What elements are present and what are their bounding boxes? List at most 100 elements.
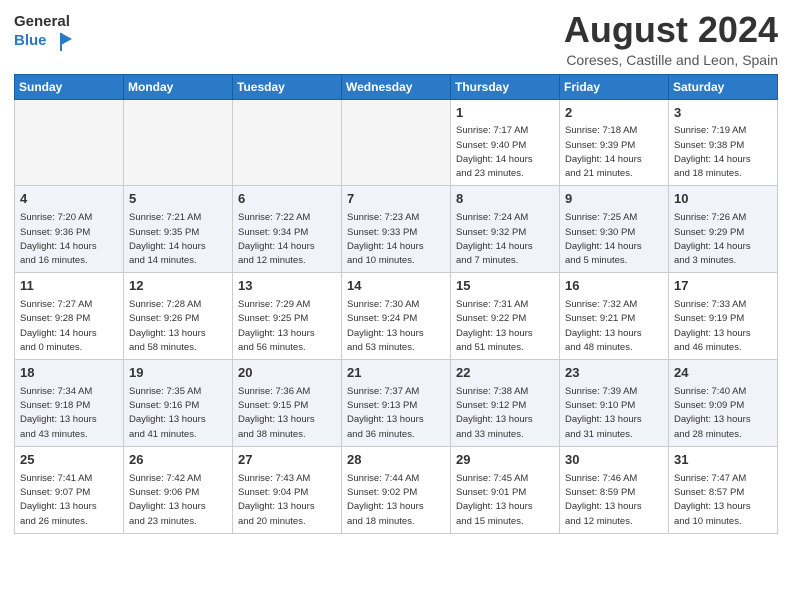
- day-info: Sunrise: 7:23 AM Sunset: 9:33 PM Dayligh…: [347, 211, 445, 268]
- day-cell: 2Sunrise: 7:18 AM Sunset: 9:39 PM Daylig…: [560, 99, 669, 186]
- day-cell: 16 Sunrise: 7:32 AM Sunset: 9:21 PM Dayli…: [560, 273, 669, 360]
- day-info: Sunrise: 7:43 AM Sunset: 9:04 PM Dayligh…: [238, 472, 336, 529]
- day-cell: 26Sunrise: 7:42 AM Sunset: 9:06 PM Dayli…: [124, 446, 233, 533]
- day-cell: 24Sunrise: 7:40 AM Sunset: 9:09 PM Dayli…: [669, 360, 778, 447]
- day-info: Sunrise: 7:33 AM Sunset: 9:19 PM Dayligh…: [674, 298, 772, 355]
- day-info: Sunrise: 7:25 AM Sunset: 9:30 PM Dayligh…: [565, 211, 663, 268]
- day-number: 5: [129, 190, 227, 209]
- day-cell: 18Sunrise: 7:34 AM Sunset: 9:18 PM Dayli…: [15, 360, 124, 447]
- title-block: August 2024 Coreses, Castille and Leon, …: [564, 10, 778, 68]
- day-info: Sunrise: 7:26 AM Sunset: 9:29 PM Dayligh…: [674, 211, 772, 268]
- logo-blue: Blue: [14, 33, 47, 50]
- main-title: August 2024: [564, 10, 778, 50]
- day-number: 17: [674, 277, 772, 296]
- logo-general: General: [14, 14, 70, 31]
- day-cell: [15, 99, 124, 186]
- day-number: 31: [674, 451, 772, 470]
- col-friday: Friday: [560, 74, 669, 99]
- day-info: Sunrise: 7:22 AM Sunset: 9:34 PM Dayligh…: [238, 211, 336, 268]
- day-number: 4: [20, 190, 118, 209]
- day-cell: 11 Sunrise: 7:27 AM Sunset: 9:28 PM Dayli…: [15, 273, 124, 360]
- day-info: Sunrise: 7:37 AM Sunset: 9:13 PM Dayligh…: [347, 385, 445, 442]
- day-info: Sunrise: 7:36 AM Sunset: 9:15 PM Dayligh…: [238, 385, 336, 442]
- day-info: Sunrise: 7:32 AM Sunset: 9:21 PM Dayligh…: [565, 298, 663, 355]
- day-info: Sunrise: 7:20 AM Sunset: 9:36 PM Dayligh…: [20, 211, 118, 268]
- day-cell: 23Sunrise: 7:39 AM Sunset: 9:10 PM Dayli…: [560, 360, 669, 447]
- day-cell: 15Sunrise: 7:31 AM Sunset: 9:22 PM Dayli…: [451, 273, 560, 360]
- day-info: Sunrise: 7:19 AM Sunset: 9:38 PM Dayligh…: [674, 124, 772, 181]
- day-number: 20: [238, 364, 336, 383]
- day-cell: 1Sunrise: 7:17 AM Sunset: 9:40 PM Daylig…: [451, 99, 560, 186]
- day-info: Sunrise: 7:34 AM Sunset: 9:18 PM Dayligh…: [20, 385, 118, 442]
- day-number: 19: [129, 364, 227, 383]
- day-cell: [342, 99, 451, 186]
- day-number: 29: [456, 451, 554, 470]
- day-info: Sunrise: 7:24 AM Sunset: 9:32 PM Dayligh…: [456, 211, 554, 268]
- day-number: 25: [20, 451, 118, 470]
- day-info: Sunrise: 7:38 AM Sunset: 9:12 PM Dayligh…: [456, 385, 554, 442]
- day-number: 15: [456, 277, 554, 296]
- day-number: 3: [674, 104, 772, 123]
- col-sunday: Sunday: [15, 74, 124, 99]
- day-info: Sunrise: 7:41 AM Sunset: 9:07 PM Dayligh…: [20, 472, 118, 529]
- day-number: 26: [129, 451, 227, 470]
- day-info: Sunrise: 7:46 AM Sunset: 8:59 PM Dayligh…: [565, 472, 663, 529]
- day-number: 14: [347, 277, 445, 296]
- week-row-1: 1Sunrise: 7:17 AM Sunset: 9:40 PM Daylig…: [15, 99, 778, 186]
- day-info: Sunrise: 7:27 AM Sunset: 9:28 PM Dayligh…: [20, 298, 118, 355]
- calendar-table: Sunday Monday Tuesday Wednesday Thursday…: [14, 74, 778, 534]
- logo: General Blue: [14, 14, 72, 53]
- day-info: Sunrise: 7:47 AM Sunset: 8:57 PM Dayligh…: [674, 472, 772, 529]
- day-info: Sunrise: 7:45 AM Sunset: 9:01 PM Dayligh…: [456, 472, 554, 529]
- header-row: Sunday Monday Tuesday Wednesday Thursday…: [15, 74, 778, 99]
- day-cell: 22 Sunrise: 7:38 AM Sunset: 9:12 PM Dayli…: [451, 360, 560, 447]
- day-info: Sunrise: 7:39 AM Sunset: 9:10 PM Dayligh…: [565, 385, 663, 442]
- day-cell: 27 Sunrise: 7:43 AM Sunset: 9:04 PM Dayli…: [233, 446, 342, 533]
- day-cell: 21 Sunrise: 7:37 AM Sunset: 9:13 PM Dayli…: [342, 360, 451, 447]
- day-number: 11: [20, 277, 118, 296]
- week-row-3: 11 Sunrise: 7:27 AM Sunset: 9:28 PM Dayli…: [15, 273, 778, 360]
- day-number: 30: [565, 451, 663, 470]
- day-number: 7: [347, 190, 445, 209]
- day-number: 9: [565, 190, 663, 209]
- day-cell: 13Sunrise: 7:29 AM Sunset: 9:25 PM Dayli…: [233, 273, 342, 360]
- day-number: 10: [674, 190, 772, 209]
- day-cell: 12Sunrise: 7:28 AM Sunset: 9:26 PM Dayli…: [124, 273, 233, 360]
- day-number: 13: [238, 277, 336, 296]
- day-number: 1: [456, 104, 554, 123]
- day-cell: 25 Sunrise: 7:41 AM Sunset: 9:07 PM Dayli…: [15, 446, 124, 533]
- day-cell: 7 Sunrise: 7:23 AM Sunset: 9:33 PM Daylig…: [342, 186, 451, 273]
- col-saturday: Saturday: [669, 74, 778, 99]
- day-number: 16: [565, 277, 663, 296]
- day-cell: 9 Sunrise: 7:25 AM Sunset: 9:30 PM Daylig…: [560, 186, 669, 273]
- day-cell: 3Sunrise: 7:19 AM Sunset: 9:38 PM Daylig…: [669, 99, 778, 186]
- page: General Blue August 2024 Coreses, Castil…: [0, 0, 792, 612]
- day-cell: 19 Sunrise: 7:35 AM Sunset: 9:16 PM Dayli…: [124, 360, 233, 447]
- day-number: 24: [674, 364, 772, 383]
- day-number: 27: [238, 451, 336, 470]
- day-number: 22: [456, 364, 554, 383]
- col-tuesday: Tuesday: [233, 74, 342, 99]
- day-cell: [124, 99, 233, 186]
- week-row-5: 25 Sunrise: 7:41 AM Sunset: 9:07 PM Dayli…: [15, 446, 778, 533]
- day-number: 6: [238, 190, 336, 209]
- day-info: Sunrise: 7:35 AM Sunset: 9:16 PM Dayligh…: [129, 385, 227, 442]
- col-wednesday: Wednesday: [342, 74, 451, 99]
- day-info: Sunrise: 7:30 AM Sunset: 9:24 PM Dayligh…: [347, 298, 445, 355]
- day-cell: 28 Sunrise: 7:44 AM Sunset: 9:02 PM Dayli…: [342, 446, 451, 533]
- day-number: 21: [347, 364, 445, 383]
- day-cell: 5Sunrise: 7:21 AM Sunset: 9:35 PM Daylig…: [124, 186, 233, 273]
- day-cell: 20 Sunrise: 7:36 AM Sunset: 9:15 PM Dayli…: [233, 360, 342, 447]
- day-info: Sunrise: 7:18 AM Sunset: 9:39 PM Dayligh…: [565, 124, 663, 181]
- day-number: 28: [347, 451, 445, 470]
- day-info: Sunrise: 7:44 AM Sunset: 9:02 PM Dayligh…: [347, 472, 445, 529]
- day-number: 8: [456, 190, 554, 209]
- week-row-2: 4 Sunrise: 7:20 AM Sunset: 9:36 PM Daylig…: [15, 186, 778, 273]
- week-row-4: 18Sunrise: 7:34 AM Sunset: 9:18 PM Dayli…: [15, 360, 778, 447]
- day-number: 2: [565, 104, 663, 123]
- day-cell: 31 Sunrise: 7:47 AM Sunset: 8:57 PM Dayli…: [669, 446, 778, 533]
- subtitle: Coreses, Castille and Leon, Spain: [564, 52, 778, 68]
- header: General Blue August 2024 Coreses, Castil…: [14, 10, 778, 68]
- day-cell: 6 Sunrise: 7:22 AM Sunset: 9:34 PM Daylig…: [233, 186, 342, 273]
- day-number: 12: [129, 277, 227, 296]
